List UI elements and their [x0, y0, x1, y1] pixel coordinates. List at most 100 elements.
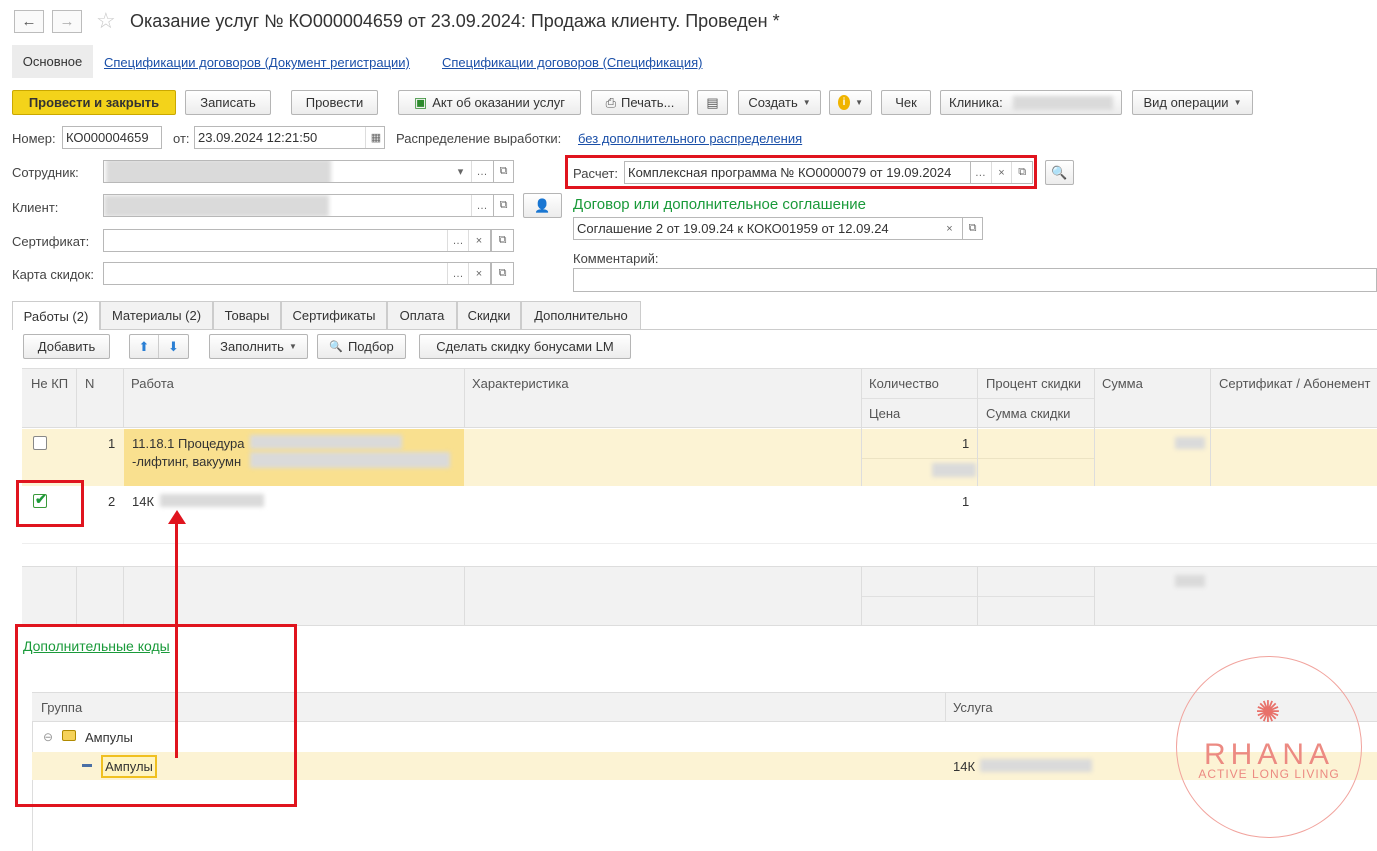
- operation-type-label: Вид операции: [1143, 95, 1229, 110]
- fill-button[interactable]: Заполнить ▼: [209, 334, 308, 359]
- row2-n: 2: [108, 494, 116, 509]
- bonus-discount-button[interactable]: Сделать скидку бонусами LM: [419, 334, 631, 359]
- create-button[interactable]: Создать ▼: [738, 90, 821, 115]
- tab-spec-registration[interactable]: Спецификации договоров (Документ регистр…: [104, 55, 410, 70]
- certificate-label: Сертификат:: [12, 234, 90, 249]
- more-options-icon[interactable]: …: [447, 263, 468, 284]
- check-button[interactable]: Чек: [881, 90, 931, 115]
- clear-icon[interactable]: ×: [468, 263, 489, 284]
- dropdown-arrow-icon: ▼: [288, 342, 297, 351]
- col-divider: [123, 566, 124, 626]
- col-divider: [945, 692, 946, 722]
- row1-work-line1: 11.18.1 Процедура: [132, 436, 245, 451]
- rhana-virus-icon: ✺: [1255, 696, 1281, 729]
- open-client-icon[interactable]: ⧉: [494, 194, 514, 217]
- tab-goods[interactable]: Товары: [213, 301, 281, 329]
- print-label: Печать...: [620, 95, 675, 110]
- back-button[interactable]: ←: [14, 10, 44, 33]
- col-discount-sum[interactable]: Сумма скидки: [986, 406, 1070, 421]
- more-options-icon[interactable]: …: [471, 161, 492, 182]
- tab-additional[interactable]: Дополнительно: [521, 301, 641, 329]
- post-button[interactable]: Провести: [291, 90, 378, 115]
- col-certificate[interactable]: Сертификат / Абонемент: [1219, 376, 1371, 391]
- discount-card-field[interactable]: … ×: [103, 262, 491, 285]
- col-quantity[interactable]: Количество: [869, 376, 939, 391]
- distribution-link[interactable]: без дополнительного распределения: [578, 131, 802, 146]
- pick-label: Подбор: [347, 339, 394, 354]
- col-divider: [1094, 368, 1095, 486]
- clear-icon[interactable]: ×: [468, 230, 489, 251]
- tab-materials[interactable]: Материалы (2): [100, 301, 213, 329]
- tab-goods-label: Товары: [224, 308, 270, 323]
- client-field[interactable]: …: [103, 194, 494, 217]
- post-label: Провести: [305, 95, 364, 110]
- forward-arrow-icon: →: [59, 13, 75, 30]
- favorite-star-icon[interactable]: ☆: [96, 8, 116, 34]
- open-contract-icon[interactable]: ⧉: [963, 217, 983, 240]
- dropdown-arrow-icon: ▼: [855, 98, 863, 107]
- row1-not-kp-checkbox[interactable]: [33, 436, 47, 450]
- client-label: Клиент:: [12, 200, 59, 215]
- post-and-close-button[interactable]: Провести и закрыть: [12, 90, 176, 115]
- col-divider: [464, 566, 465, 626]
- tab-certificates[interactable]: Сертификаты: [281, 301, 387, 329]
- more-options-icon[interactable]: …: [447, 230, 468, 251]
- col-divider: [977, 368, 978, 486]
- save-button[interactable]: Записать: [185, 90, 271, 115]
- tab-payment[interactable]: Оплата: [387, 301, 457, 329]
- open-certificate-icon[interactable]: ⧉: [491, 229, 514, 252]
- add-button[interactable]: Добавить: [23, 334, 110, 359]
- col-n[interactable]: N: [85, 376, 94, 391]
- dropdown-arrow-icon[interactable]: ▾: [450, 161, 471, 182]
- col-divider: [977, 566, 978, 626]
- add-label: Добавить: [37, 339, 96, 354]
- info-button[interactable]: i ▼: [829, 90, 872, 115]
- operation-type-button[interactable]: Вид операции ▼: [1132, 90, 1253, 115]
- calc-search-button[interactable]: 🔍: [1045, 160, 1074, 185]
- number-field[interactable]: КО000004659: [62, 126, 162, 149]
- open-employee-icon[interactable]: ⧉: [494, 160, 514, 183]
- tab-main[interactable]: Основное: [12, 45, 93, 78]
- tab-spec-specification[interactable]: Спецификации договоров (Спецификация): [442, 55, 703, 70]
- bonus-discount-label: Сделать скидку бонусами LM: [436, 339, 614, 354]
- tabs-divider: [12, 329, 1377, 330]
- info-icon: i: [838, 95, 851, 110]
- col-characteristic[interactable]: Характеристика: [472, 376, 569, 391]
- print-button[interactable]: ⎙ Печать...: [591, 90, 689, 115]
- move-up-icon[interactable]: ⬆: [130, 335, 159, 358]
- search-doc-icon: 🔍: [1051, 164, 1068, 180]
- employee-field[interactable]: ▾ …: [103, 160, 494, 183]
- row1-work-line2: -лифтинг, вакуумн: [132, 454, 242, 469]
- row1-work-redacted: [250, 435, 402, 449]
- tab-discounts[interactable]: Скидки: [457, 301, 521, 329]
- clinic-button[interactable]: Клиника:: [940, 90, 1122, 115]
- tab-works[interactable]: Работы (2): [12, 301, 100, 330]
- pick-button[interactable]: 🔍 Подбор: [317, 334, 406, 359]
- certificate-field[interactable]: … ×: [103, 229, 491, 252]
- move-down-icon[interactable]: ⬇: [159, 335, 188, 358]
- tab-main-label: Основное: [22, 54, 83, 69]
- col-sum[interactable]: Сумма: [1102, 376, 1143, 391]
- client-card-button[interactable]: 👤: [523, 193, 562, 218]
- forward-button[interactable]: →: [52, 10, 82, 33]
- col-service[interactable]: Услуга: [953, 700, 993, 715]
- open-discount-card-icon[interactable]: ⧉: [491, 262, 514, 285]
- document-green-icon: ▣: [413, 94, 428, 110]
- highlight-codes: [15, 624, 297, 807]
- calendar-icon[interactable]: ▦: [365, 127, 384, 148]
- col-work[interactable]: Работа: [131, 376, 174, 391]
- comment-field[interactable]: [573, 268, 1377, 292]
- col-not-kp[interactable]: Не КП: [31, 376, 68, 391]
- contract-field[interactable]: Соглашение 2 от 19.09.24 к КОКО01959 от …: [573, 217, 963, 240]
- col-discount-pct[interactable]: Процент скидки: [986, 376, 1081, 391]
- report-button[interactable]: ▤: [697, 90, 728, 115]
- rhana-tagline: ACTIVE LONG LIVING: [1198, 767, 1340, 781]
- date-field[interactable]: 23.09.2024 12:21:50 ▦: [194, 126, 385, 149]
- highlight-calc: [565, 155, 1037, 189]
- col-price[interactable]: Цена: [869, 406, 900, 421]
- check-label: Чек: [895, 95, 917, 110]
- clear-icon[interactable]: ×: [939, 218, 960, 239]
- act-button[interactable]: ▣ Акт об оказании услуг: [398, 90, 581, 115]
- more-options-icon[interactable]: …: [471, 195, 492, 216]
- row2-work: 14К: [132, 494, 155, 509]
